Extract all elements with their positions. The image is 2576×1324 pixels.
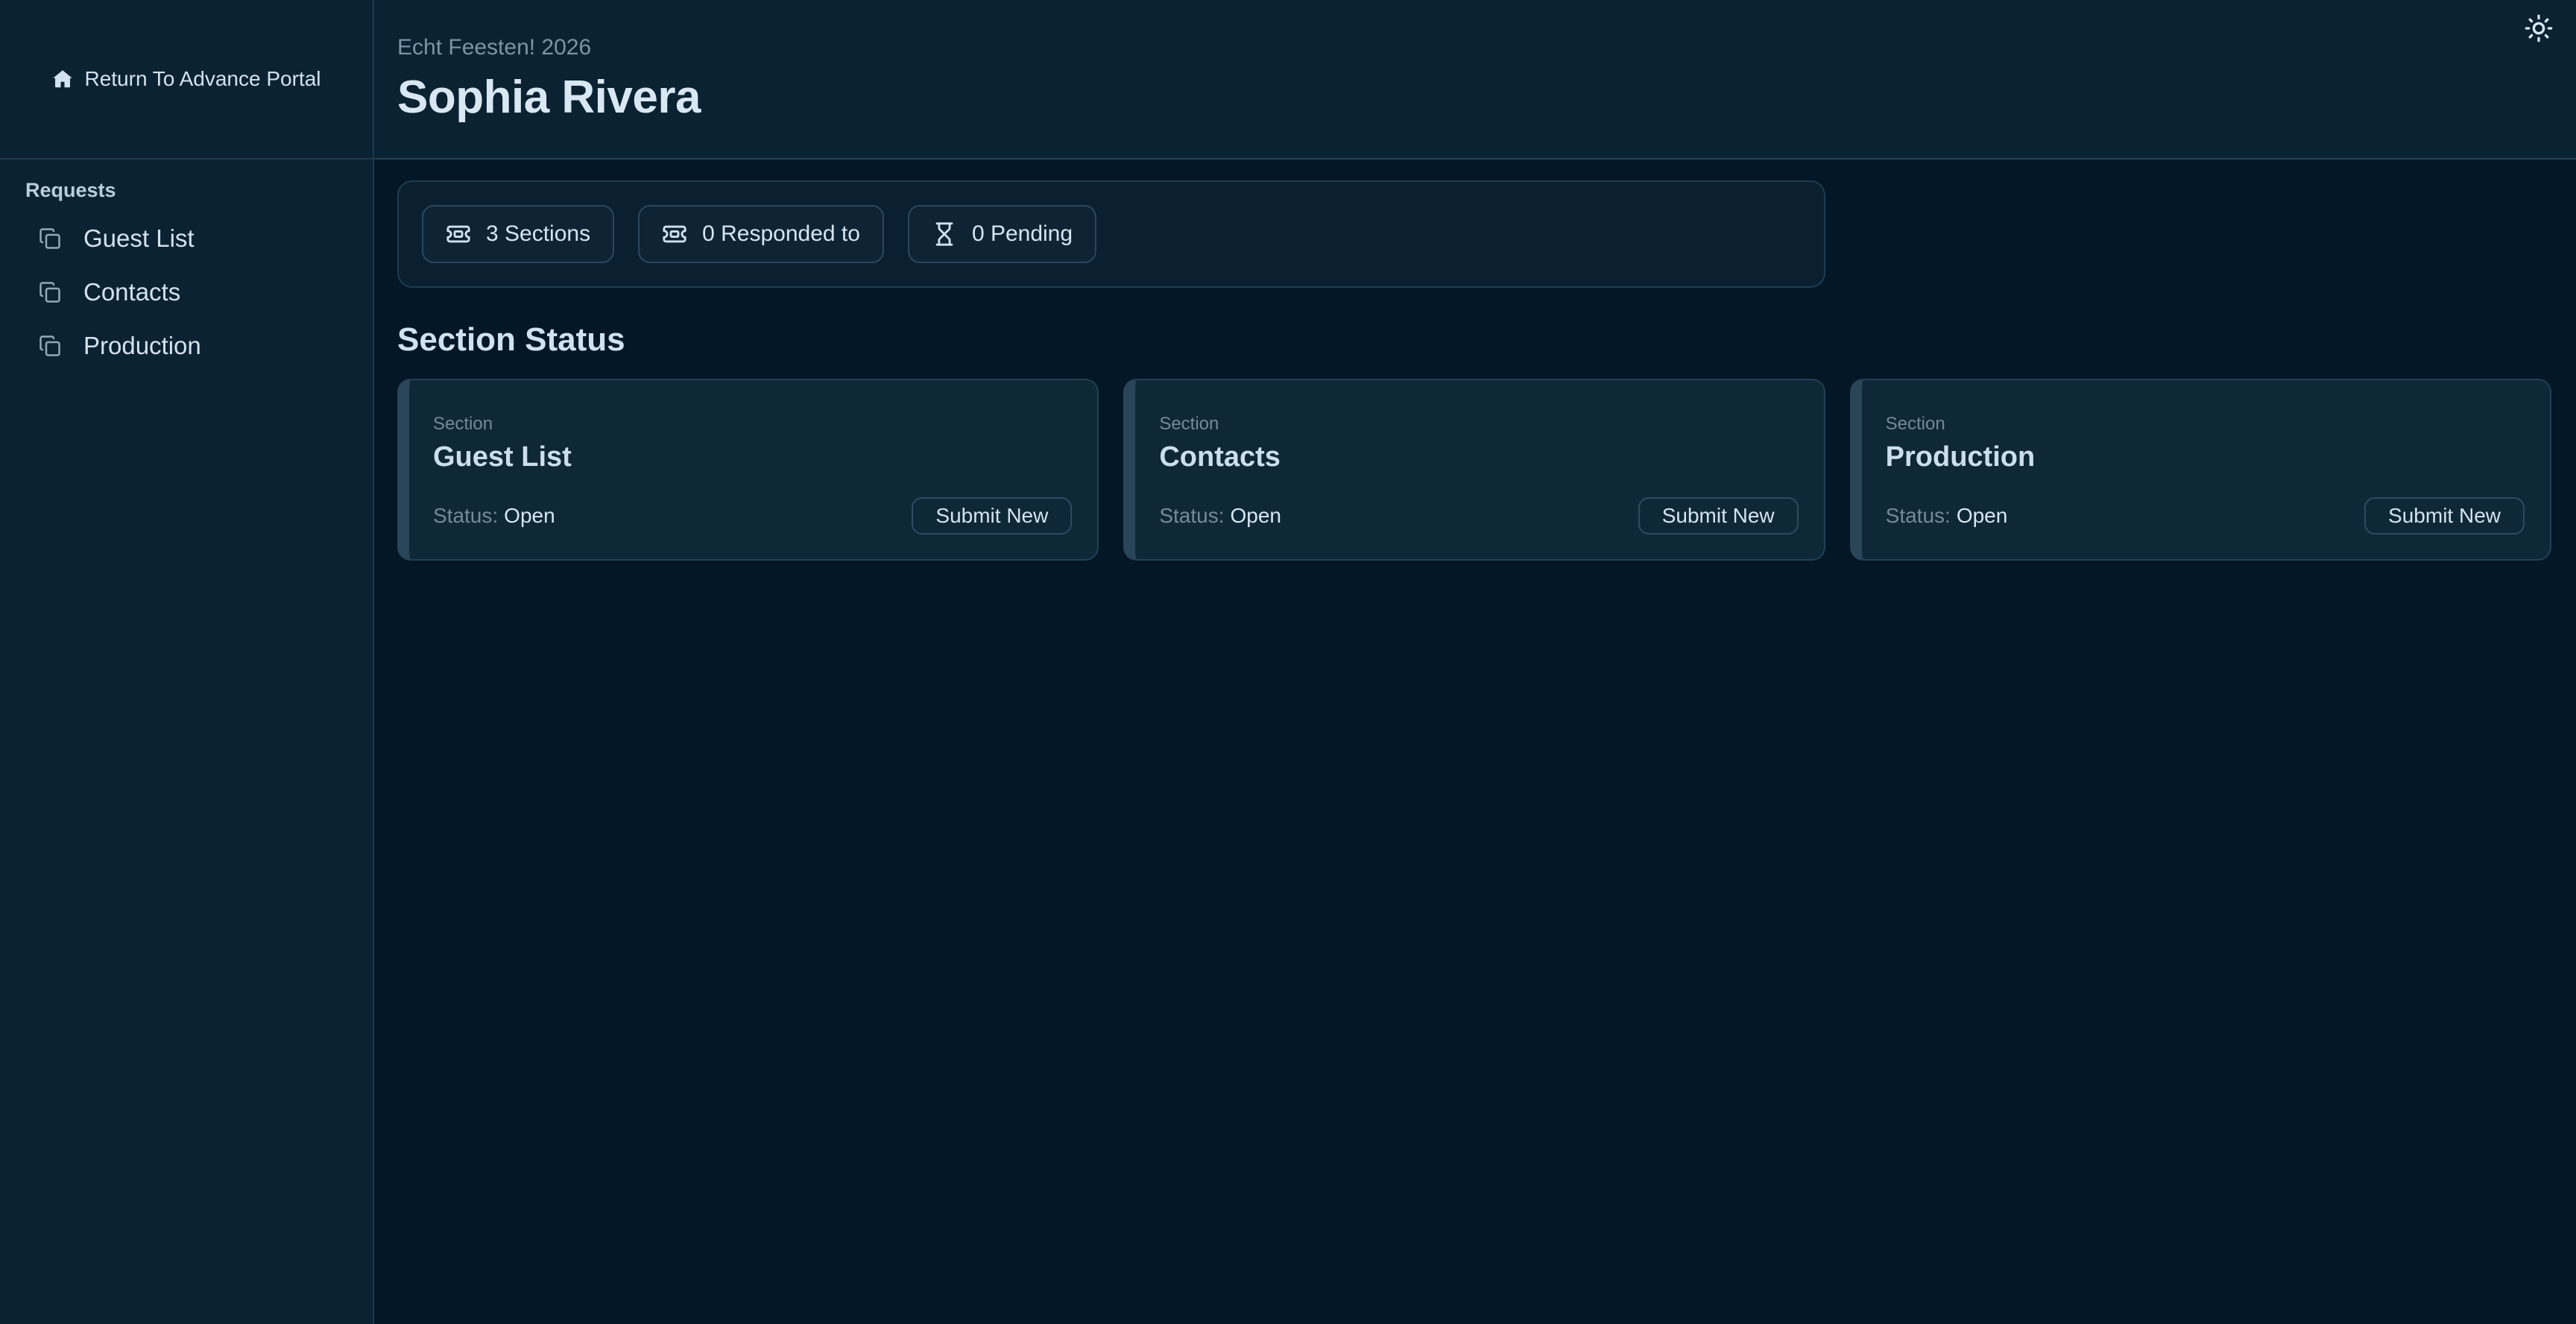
section-card-contacts: Section Contacts Status: Open Submit New (1123, 379, 1825, 561)
stat-label: 0 Responded to (702, 221, 860, 247)
section-card-production: Section Production Status: Open Submit Ne… (1850, 379, 2551, 561)
status-label: Status: (1159, 504, 1224, 527)
status-text: Status: Open (433, 504, 555, 528)
theme-toggle-button[interactable] (2519, 9, 2558, 48)
section-status-heading: Section Status (397, 321, 2551, 359)
hourglass-icon (932, 221, 957, 247)
card-footer: Status: Open Submit New (1159, 497, 1798, 535)
submit-new-button[interactable]: Submit New (2364, 497, 2525, 535)
stats-container: 3 Sections 0 Responded to 0 Pending (397, 180, 1825, 288)
sidebar-item-label: Production (83, 332, 201, 360)
card-title: Guest List (433, 441, 1072, 473)
home-icon (51, 68, 74, 90)
sidebar-nav: Requests Guest List Contacts Production (0, 160, 373, 373)
status-text: Status: Open (1159, 504, 1281, 528)
ticket-icon (446, 221, 471, 247)
submit-new-button[interactable]: Submit New (912, 497, 1072, 535)
sidebar-item-label: Guest List (83, 224, 195, 253)
app-window: Return To Advance Portal Requests Guest … (0, 0, 2576, 1324)
sidebar-item-guest-list[interactable]: Guest List (25, 212, 347, 265)
nav-group-label: Requests (25, 179, 347, 202)
section-cards: Section Guest List Status: Open Submit Ne… (397, 379, 2551, 561)
status-value: Open (504, 504, 555, 527)
card-title: Contacts (1159, 441, 1798, 473)
card-footer: Status: Open Submit New (433, 497, 1072, 535)
copy-icon (39, 227, 61, 250)
sidebar-item-label: Contacts (83, 278, 180, 306)
card-kicker: Section (1159, 414, 1798, 435)
content: 3 Sections 0 Responded to 0 Pending Sect… (374, 160, 2576, 561)
main-area: Echt Feesten! 2026 Sophia Rivera 3 Secti… (374, 0, 2576, 1324)
return-to-portal-label: Return To Advance Portal (84, 67, 321, 91)
event-name: Echt Feesten! 2026 (397, 34, 2576, 61)
stat-label: 0 Pending (972, 221, 1073, 247)
page-title: Sophia Rivera (397, 72, 2576, 124)
status-label: Status: (433, 504, 498, 527)
page-header: Echt Feesten! 2026 Sophia Rivera (374, 0, 2576, 160)
stat-responded[interactable]: 0 Responded to (638, 205, 884, 263)
copy-icon (39, 335, 61, 357)
stats-row: 3 Sections 0 Responded to 0 Pending (397, 180, 2551, 288)
sidebar-item-contacts[interactable]: Contacts (25, 265, 347, 319)
sun-icon (2524, 11, 2554, 45)
sidebar: Return To Advance Portal Requests Guest … (0, 0, 374, 1324)
copy-icon (39, 281, 61, 303)
status-value: Open (1231, 504, 1282, 527)
card-kicker: Section (433, 414, 1072, 435)
status-value: Open (1957, 504, 2008, 527)
status-label: Status: (1886, 504, 1951, 527)
return-to-portal-link[interactable]: Return To Advance Portal (0, 0, 373, 160)
submit-new-button[interactable]: Submit New (1638, 497, 1799, 535)
card-title: Production (1886, 441, 2525, 473)
ticket-icon (662, 221, 687, 247)
card-kicker: Section (1886, 414, 2525, 435)
status-text: Status: Open (1886, 504, 2008, 528)
stat-pending[interactable]: 0 Pending (908, 205, 1096, 263)
stat-sections[interactable]: 3 Sections (422, 205, 614, 263)
card-footer: Status: Open Submit New (1886, 497, 2525, 535)
section-card-guest-list: Section Guest List Status: Open Submit Ne… (397, 379, 1099, 561)
stat-label: 3 Sections (486, 221, 590, 247)
sidebar-item-production[interactable]: Production (25, 319, 347, 373)
